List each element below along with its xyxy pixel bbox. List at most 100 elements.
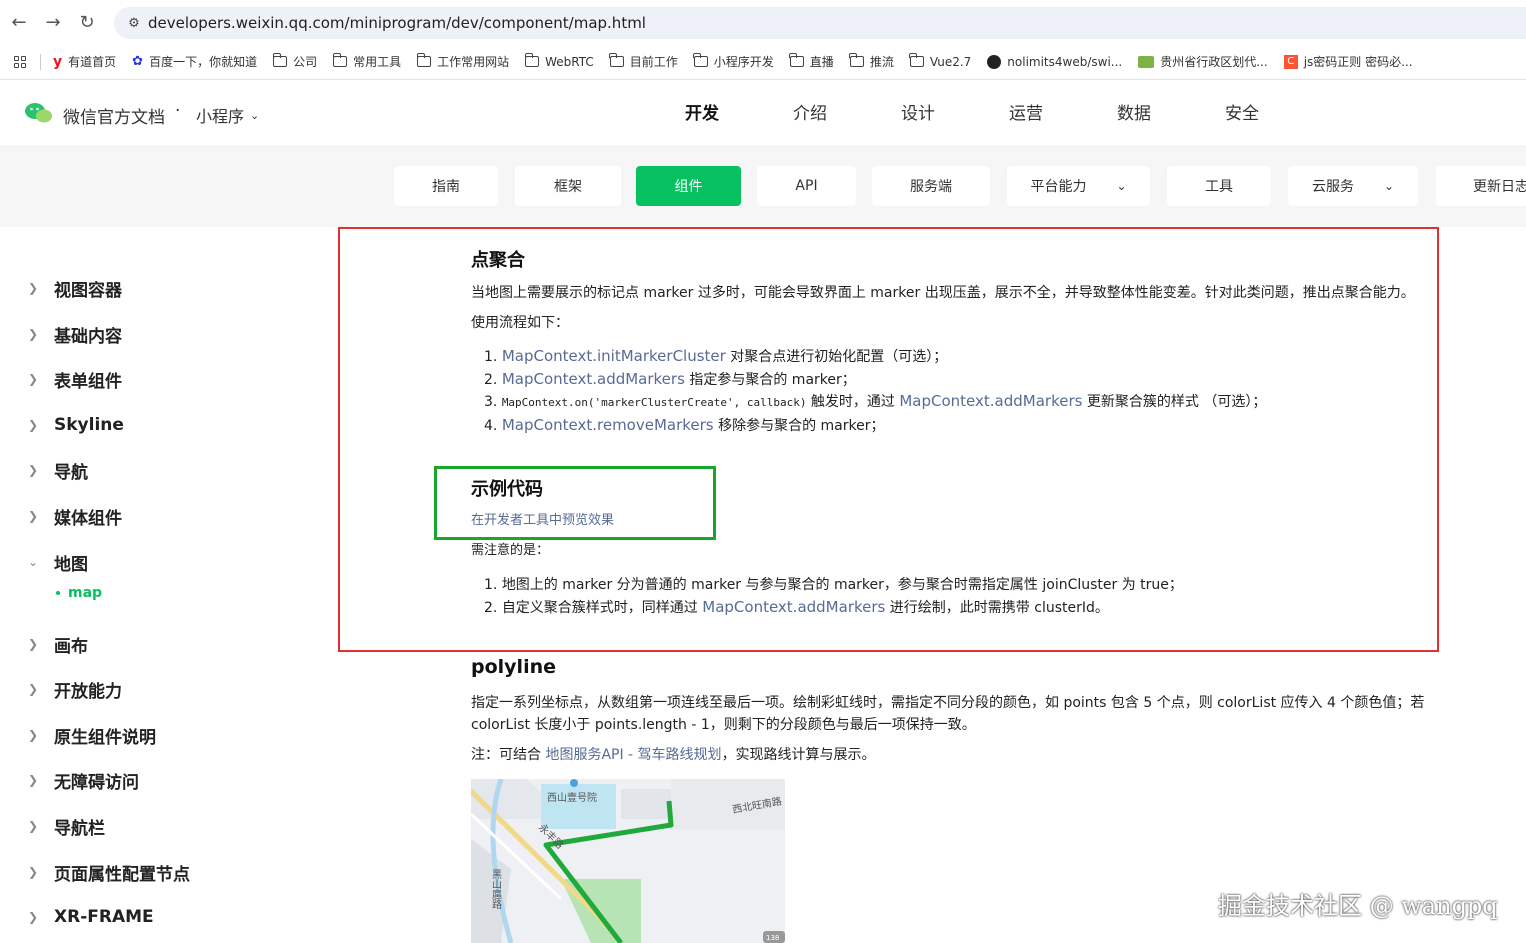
- tab-guide[interactable]: 指南: [394, 166, 498, 206]
- tab-tools[interactable]: 工具: [1167, 166, 1271, 206]
- folder-icon: [272, 53, 288, 67]
- sidebar-item-skyline[interactable]: ❯ Skyline: [28, 410, 124, 440]
- chevron-right-icon: ❯: [28, 910, 39, 924]
- bookmark-folder[interactable]: 直播: [789, 53, 834, 70]
- bookmark-folder[interactable]: 目前工作: [609, 53, 678, 70]
- route-planning-link[interactable]: 地图服务API - 驾车路线规划: [545, 747, 721, 763]
- folder-icon: [849, 53, 864, 67]
- tab-cloud[interactable]: 云服务 ⌄: [1288, 166, 1418, 206]
- reload-icon[interactable]: ↻: [72, 7, 102, 37]
- bookmark-folder[interactable]: WebRTC: [524, 53, 594, 69]
- bookmark-folder[interactable]: 公司: [272, 53, 317, 70]
- tab-api[interactable]: API: [757, 166, 856, 206]
- product-label: 小程序: [196, 107, 245, 126]
- bookmark-folder[interactable]: 工作常用网站: [416, 53, 509, 70]
- list-item: 3. MapContext.on('markerClusterCreate', …: [484, 391, 1266, 411]
- brand-title[interactable]: 微信官方文档: [63, 103, 165, 128]
- sidebar-item-label: 画布: [54, 636, 88, 657]
- baidu-icon: ✿: [132, 54, 144, 69]
- list-text: 触发时，通过: [806, 394, 900, 410]
- tab-label: 平台能力: [1030, 179, 1087, 195]
- list-text: 自定义聚合簇样式时，同样通过: [501, 600, 703, 616]
- sidebar-item-label: 无障碍访问: [54, 772, 139, 793]
- list-number: 4.: [484, 418, 498, 434]
- bookmark-youdao[interactable]: y 有道首页: [53, 53, 116, 70]
- bookmark-site[interactable]: 贵州省行政区划代...: [1138, 53, 1268, 70]
- sidebar-item-map[interactable]: ⌄ 地图: [28, 547, 88, 577]
- sidebar-item-canvas[interactable]: ❯ 画布: [28, 629, 88, 659]
- sidebar-item-label: 导航: [54, 462, 88, 483]
- address-bar[interactable]: ⚙ developers.weixin.qq.com/miniprogram/d…: [114, 7, 1526, 39]
- sidebar-item-native[interactable]: ❯ 原生组件说明: [28, 720, 156, 750]
- api-link[interactable]: MapContext.addMarkers: [702, 598, 885, 616]
- api-link[interactable]: MapContext.addMarkers: [899, 392, 1082, 410]
- sidebar-item-label: 原生组件说明: [54, 727, 156, 748]
- sidebar-item-label: 表单组件: [54, 371, 122, 392]
- sidebar-item-a11y[interactable]: ❯ 无障碍访问: [28, 765, 139, 795]
- forward-icon[interactable]: →: [38, 7, 68, 37]
- folder-icon: [524, 53, 540, 67]
- product-dropdown[interactable]: 小程序 ⌄: [196, 103, 259, 127]
- list-item: 4. MapContext.removeMarkers 移除参与聚合的 mark…: [484, 415, 884, 435]
- bookmark-label: 常用工具: [353, 55, 402, 69]
- sidebar-item-view-container[interactable]: ❯ 视图容器: [28, 273, 122, 303]
- bookmark-folder[interactable]: 常用工具: [332, 53, 402, 70]
- bookmark-label: nolimits4web/swi...: [1007, 54, 1123, 69]
- chevron-right-icon: ❯: [28, 418, 39, 432]
- sidebar-item-label: XR-FRAME: [54, 907, 154, 927]
- api-link[interactable]: MapContext.addMarkers: [502, 370, 685, 388]
- bookmark-label: js密码正则 密码必...: [1303, 55, 1413, 69]
- chevron-right-icon: ❯: [28, 865, 39, 879]
- github-icon: [987, 54, 1002, 69]
- tab-platform[interactable]: 平台能力 ⌄: [1007, 166, 1150, 206]
- preview-link[interactable]: 在开发者工具中预览效果: [471, 510, 614, 532]
- chevron-down-icon: ⌄: [28, 555, 39, 569]
- api-link[interactable]: MapContext.removeMarkers: [502, 416, 714, 434]
- bookmarks-bar: y 有道首页 ✿ 百度一下，你就知道 公司 常用工具 工作常用网站 WebRTC 目…: [0, 44, 1526, 80]
- folder-icon: [416, 53, 432, 67]
- tab-changelog[interactable]: 更新日志: [1436, 166, 1526, 206]
- site-settings-icon[interactable]: ⚙: [120, 16, 148, 31]
- nav-operate[interactable]: 运营: [972, 81, 1080, 147]
- folder-icon: [332, 53, 348, 67]
- wechat-logo-icon[interactable]: [24, 101, 54, 125]
- chevron-right-icon: ❯: [28, 281, 39, 295]
- apps-grid-icon[interactable]: [14, 55, 26, 68]
- main-nav: 开发 介绍 设计 运营 数据 安全: [648, 81, 1296, 147]
- bookmark-baidu[interactable]: ✿ 百度一下，你就知道: [132, 53, 257, 70]
- chevron-right-icon: ❯: [28, 682, 39, 696]
- bookmark-csdn[interactable]: Cjs密码正则 密码必...: [1283, 53, 1413, 70]
- tab-framework[interactable]: 框架: [515, 166, 621, 206]
- sidebar-item-navbar[interactable]: ❯ 导航栏: [28, 811, 105, 841]
- sidebar-subitem-map[interactable]: map: [56, 585, 102, 601]
- chevron-right-icon: ❯: [28, 773, 39, 787]
- nav-data[interactable]: 数据: [1080, 81, 1188, 147]
- bookmark-folder[interactable]: 小程序开发: [693, 53, 774, 70]
- back-icon[interactable]: ←: [4, 7, 34, 37]
- api-link[interactable]: MapContext.initMarkerCluster: [502, 347, 726, 365]
- sidebar-item-media[interactable]: ❯ 媒体组件: [28, 501, 122, 531]
- map-preview-image: 西山壹号院 永丰路 西北旺南路 黑山扈路 138: [471, 779, 785, 943]
- sidebar-item-xr-frame[interactable]: ❯ XR-FRAME: [28, 902, 154, 932]
- sidebar-item-page-config[interactable]: ❯ 页面属性配置节点: [28, 857, 190, 887]
- list-text: 指定参与聚合的 marker；: [684, 372, 856, 388]
- sidebar-item-form[interactable]: ❯ 表单组件: [28, 364, 122, 394]
- tab-server[interactable]: 服务端: [872, 166, 990, 206]
- sidebar-item-navigation[interactable]: ❯ 导航: [28, 455, 88, 485]
- bookmark-github[interactable]: nolimits4web/swi...: [987, 54, 1123, 69]
- sidebar-item-basic[interactable]: ❯ 基础内容: [28, 319, 122, 349]
- sidebar-item-label: 视图容器: [54, 280, 122, 301]
- tab-component[interactable]: 组件: [636, 166, 741, 206]
- nav-design[interactable]: 设计: [864, 81, 972, 147]
- sidebar-item-open[interactable]: ❯ 开放能力: [28, 674, 122, 704]
- nav-dev[interactable]: 开发: [648, 81, 756, 147]
- folder-icon: [789, 53, 804, 67]
- bookmark-label: Vue2.7: [929, 54, 972, 69]
- site-icon: [1138, 55, 1155, 68]
- bookmark-folder[interactable]: 推流: [849, 53, 894, 70]
- list-text: 更新聚合簇的样式 （可选）；: [1082, 394, 1267, 410]
- bookmark-folder[interactable]: Vue2.7: [909, 53, 972, 69]
- nav-intro[interactable]: 介绍: [756, 81, 864, 147]
- sidebar-item-label: 地图: [54, 554, 88, 575]
- nav-security[interactable]: 安全: [1188, 81, 1296, 147]
